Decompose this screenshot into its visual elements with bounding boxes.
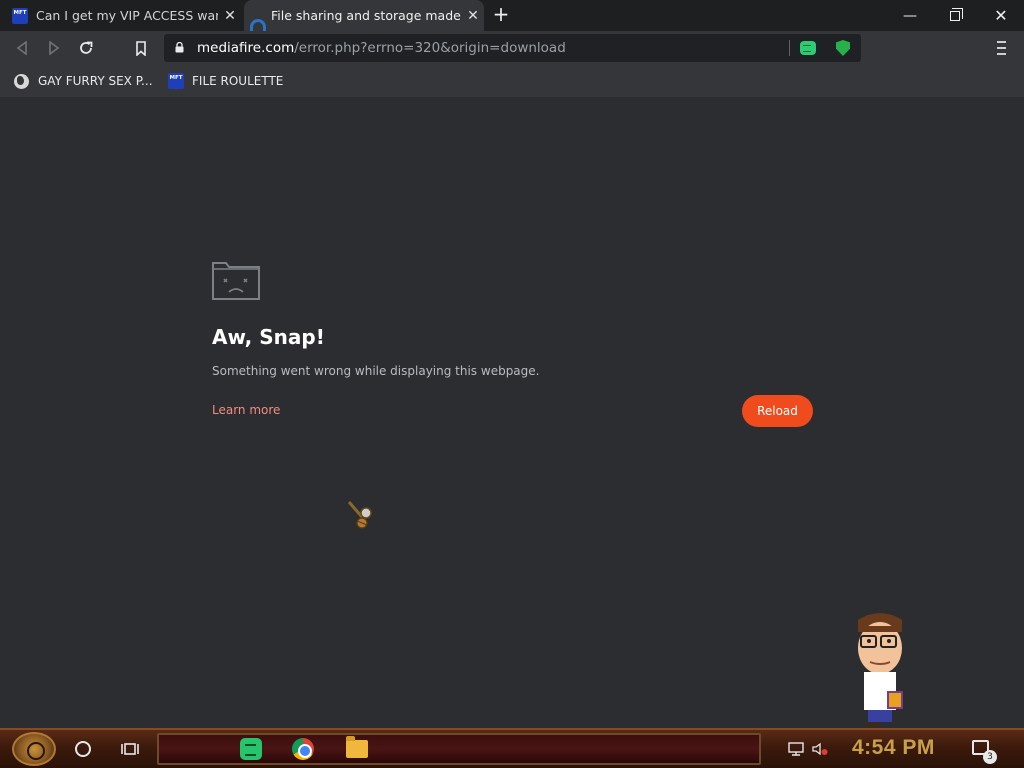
mediafire-favicon-icon: MFT bbox=[12, 7, 28, 24]
error-message: Something went wrong while displaying th… bbox=[212, 364, 540, 378]
lock-icon bbox=[175, 42, 184, 53]
url-path: /error.php?errno=320&origin=download bbox=[294, 40, 566, 56]
error-page: Aw, Snap! Something went wrong while dis… bbox=[0, 98, 1024, 728]
reload-icon bbox=[80, 41, 93, 54]
bookmark-label: FILE ROULETTE bbox=[192, 74, 284, 88]
volume-muted-icon[interactable] bbox=[812, 742, 828, 756]
reload-button[interactable]: Reload bbox=[742, 395, 813, 427]
shield-extension-icon[interactable] bbox=[836, 40, 850, 56]
steampunk-cursor-icon bbox=[347, 501, 372, 529]
network-icon[interactable] bbox=[788, 742, 804, 756]
tab-close-icon[interactable]: ✕ bbox=[465, 8, 481, 24]
reload-toolbar-button[interactable] bbox=[74, 36, 98, 60]
bookmark-item[interactable]: MFT FILE ROULETTE bbox=[168, 72, 283, 90]
restore-icon bbox=[950, 7, 963, 21]
forward-button[interactable] bbox=[42, 36, 66, 60]
bookmark-button[interactable] bbox=[129, 36, 153, 60]
browser-toolbar: mediafire.com/error.php?errno=320&origin… bbox=[0, 31, 1024, 65]
back-button[interactable] bbox=[10, 36, 34, 60]
taskbar-clock[interactable]: 4:54 PM bbox=[852, 736, 935, 760]
omnibox-divider bbox=[789, 40, 790, 56]
bookmark-label: GAY FURRY SEX P... bbox=[38, 74, 153, 88]
task-view-icon[interactable] bbox=[121, 740, 139, 758]
tab-file-sharing[interactable]: File sharing and storage made si ✕ bbox=[244, 0, 484, 31]
chrome-icon[interactable] bbox=[292, 738, 314, 760]
tab-strip: MFT Can I get my VIP ACCESS warbe ✕ File… bbox=[0, 0, 1024, 31]
bookmark-item[interactable]: GAY FURRY SEX P... bbox=[14, 72, 153, 90]
globe-icon bbox=[14, 73, 29, 89]
tab-close-icon[interactable]: ✕ bbox=[222, 8, 238, 24]
learn-more-link[interactable]: Learn more bbox=[212, 403, 280, 417]
error-heading: Aw, Snap! bbox=[212, 325, 325, 349]
tab-vip-access[interactable]: MFT Can I get my VIP ACCESS warbe ✕ bbox=[0, 0, 244, 31]
cartoon-character-icon bbox=[858, 613, 903, 727]
messaging-extension-icon[interactable] bbox=[800, 41, 816, 55]
forward-arrow-icon bbox=[49, 41, 60, 55]
new-tab-button[interactable]: + bbox=[490, 3, 512, 25]
notification-count-badge: 3 bbox=[983, 750, 997, 764]
mediafire-favicon-icon: MFT bbox=[168, 73, 184, 89]
taskbar: 4:54 PM 3 bbox=[0, 728, 1024, 768]
url-host: mediafire.com bbox=[197, 40, 295, 56]
messaging-app-icon[interactable] bbox=[240, 738, 262, 760]
bookmark-icon bbox=[136, 40, 146, 56]
browser-menu-icon[interactable] bbox=[994, 39, 1008, 57]
search-circle-icon[interactable] bbox=[75, 741, 91, 757]
minimize-button[interactable]: — bbox=[887, 0, 933, 31]
close-window-button[interactable]: ✕ bbox=[978, 0, 1024, 31]
start-button[interactable] bbox=[12, 732, 56, 766]
restore-button[interactable] bbox=[932, 0, 978, 31]
loading-spinner-icon bbox=[250, 19, 266, 31]
url-text: mediafire.com/error.php?errno=320&origin… bbox=[197, 40, 566, 56]
address-bar[interactable]: mediafire.com/error.php?errno=320&origin… bbox=[164, 34, 861, 62]
file-explorer-icon[interactable] bbox=[346, 736, 368, 758]
bookmarks-bar: GAY FURRY SEX P... MFT FILE ROULETTE bbox=[0, 65, 1024, 98]
tab-title: File sharing and storage made si bbox=[271, 8, 461, 23]
back-arrow-icon bbox=[16, 41, 27, 55]
tab-title: Can I get my VIP ACCESS warbe bbox=[36, 8, 218, 23]
sad-folder-icon bbox=[212, 262, 260, 300]
